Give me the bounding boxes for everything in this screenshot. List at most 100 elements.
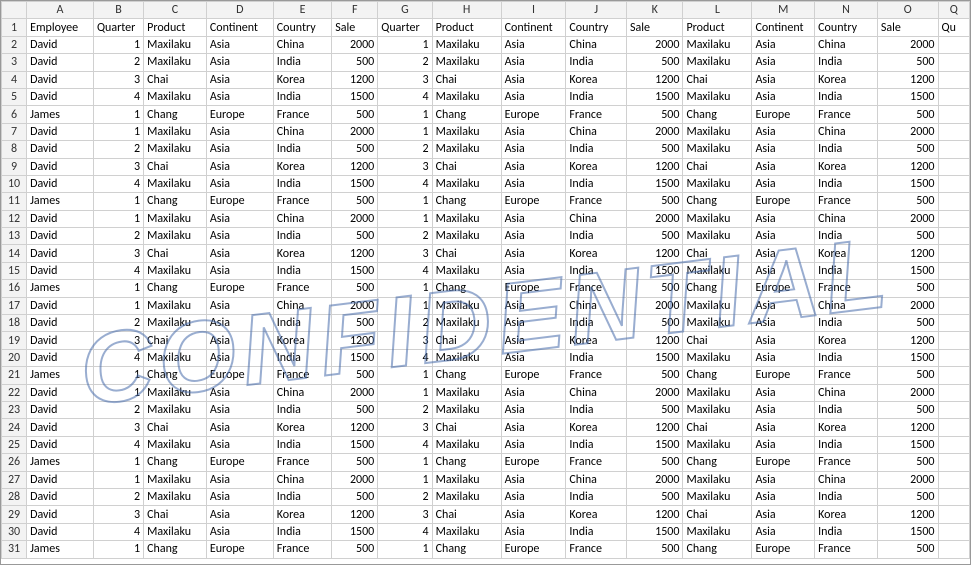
cell[interactable]: David — [27, 506, 94, 523]
cell[interactable]: 4 — [93, 523, 143, 540]
row-header[interactable]: 16 — [2, 280, 27, 297]
cell[interactable]: China — [566, 384, 627, 401]
cell[interactable]: 1500 — [332, 436, 378, 453]
row-header[interactable]: 30 — [2, 523, 27, 540]
cell[interactable]: 1200 — [332, 332, 378, 349]
cell[interactable]: 1 — [93, 297, 143, 314]
cell[interactable]: 1 — [378, 210, 432, 227]
cell[interactable]: Chang — [144, 193, 207, 210]
row-header[interactable]: 22 — [2, 384, 27, 401]
table-row[interactable]: 22David1MaxilakuAsiaChina20001MaxilakuAs… — [2, 384, 970, 401]
cell[interactable]: Asia — [206, 471, 273, 488]
cell[interactable]: France — [273, 280, 332, 297]
cell[interactable] — [938, 332, 970, 349]
cell[interactable]: India — [273, 175, 332, 192]
cell[interactable]: Chai — [683, 506, 752, 523]
row-header[interactable]: 31 — [2, 541, 27, 558]
cell[interactable]: India — [815, 349, 878, 366]
cell[interactable]: Asia — [206, 523, 273, 540]
cell[interactable]: Asia — [206, 436, 273, 453]
cell[interactable]: David — [27, 332, 94, 349]
col-header[interactable]: G — [378, 2, 432, 19]
cell[interactable]: Sale — [627, 19, 683, 36]
cell[interactable]: Asia — [206, 384, 273, 401]
cell[interactable]: 1 — [93, 123, 143, 140]
col-header[interactable]: N — [815, 2, 878, 19]
row-header[interactable]: 13 — [2, 228, 27, 245]
cell[interactable]: India — [815, 228, 878, 245]
cell[interactable]: 1500 — [877, 175, 938, 192]
cell[interactable]: David — [27, 158, 94, 175]
cell[interactable]: 1 — [378, 193, 432, 210]
cell[interactable]: 4 — [93, 349, 143, 366]
cell[interactable]: Sale — [877, 19, 938, 36]
cell[interactable]: Asia — [752, 36, 815, 53]
cell[interactable]: 1 — [93, 541, 143, 558]
cell[interactable]: Chai — [144, 419, 207, 436]
col-header[interactable]: E — [273, 2, 332, 19]
cell[interactable]: Europe — [206, 106, 273, 123]
cell[interactable]: 4 — [93, 436, 143, 453]
cell[interactable]: David — [27, 436, 94, 453]
col-header[interactable]: Q — [938, 2, 970, 19]
cell[interactable]: David — [27, 262, 94, 279]
cell[interactable]: Maxilaku — [683, 384, 752, 401]
cell[interactable]: France — [566, 367, 627, 384]
cell[interactable]: India — [815, 141, 878, 158]
cell[interactable]: 1500 — [332, 175, 378, 192]
cell[interactable] — [938, 158, 970, 175]
cell[interactable]: 2000 — [332, 36, 378, 53]
cell[interactable]: Maxilaku — [683, 54, 752, 71]
cell[interactable]: Asia — [501, 419, 566, 436]
cell[interactable]: Asia — [501, 54, 566, 71]
cell[interactable]: Asia — [752, 54, 815, 71]
cell[interactable]: France — [815, 193, 878, 210]
cell[interactable]: Maxilaku — [432, 315, 501, 332]
cell[interactable]: Asia — [752, 71, 815, 88]
cell[interactable]: Chai — [432, 419, 501, 436]
cell[interactable]: 3 — [378, 245, 432, 262]
col-header[interactable]: B — [93, 2, 143, 19]
row-header[interactable]: 5 — [2, 88, 27, 105]
cell[interactable]: 3 — [378, 332, 432, 349]
cell[interactable]: Korea — [273, 419, 332, 436]
cell[interactable]: 1500 — [877, 262, 938, 279]
cell[interactable]: Maxilaku — [144, 54, 207, 71]
cell[interactable]: 2000 — [627, 36, 683, 53]
cell[interactable]: China — [273, 123, 332, 140]
cell[interactable]: India — [566, 523, 627, 540]
cell[interactable]: Chang — [144, 541, 207, 558]
table-row[interactable]: 6James1ChangEuropeFrance5001ChangEuropeF… — [2, 106, 970, 123]
cell[interactable]: Asia — [206, 158, 273, 175]
cell[interactable]: Chai — [432, 71, 501, 88]
cell[interactable]: Chai — [432, 245, 501, 262]
cell[interactable]: Asia — [501, 315, 566, 332]
cell[interactable]: India — [566, 349, 627, 366]
cell[interactable]: James — [27, 106, 94, 123]
cell[interactable] — [938, 123, 970, 140]
cell[interactable]: Asia — [501, 262, 566, 279]
cell[interactable]: 1200 — [332, 419, 378, 436]
cell[interactable] — [938, 384, 970, 401]
cell[interactable]: France — [273, 106, 332, 123]
col-header[interactable]: M — [752, 2, 815, 19]
cell[interactable]: Asia — [752, 488, 815, 505]
cell[interactable] — [938, 349, 970, 366]
cell[interactable]: Chai — [144, 506, 207, 523]
cell[interactable]: Maxilaku — [432, 123, 501, 140]
cell[interactable]: 1 — [378, 541, 432, 558]
cell[interactable]: Asia — [206, 315, 273, 332]
cell[interactable] — [938, 506, 970, 523]
cell[interactable]: Continent — [752, 19, 815, 36]
cell[interactable]: Continent — [206, 19, 273, 36]
row-header[interactable]: 25 — [2, 436, 27, 453]
cell[interactable]: China — [815, 210, 878, 227]
cell[interactable]: Asia — [501, 471, 566, 488]
cell[interactable] — [938, 88, 970, 105]
cell[interactable]: 1200 — [627, 419, 683, 436]
table-row[interactable]: 1EmployeeQuarterProductContinentCountryS… — [2, 19, 970, 36]
cell[interactable]: India — [815, 88, 878, 105]
cell[interactable]: 2000 — [332, 384, 378, 401]
cell[interactable]: James — [27, 367, 94, 384]
cell[interactable]: China — [566, 123, 627, 140]
